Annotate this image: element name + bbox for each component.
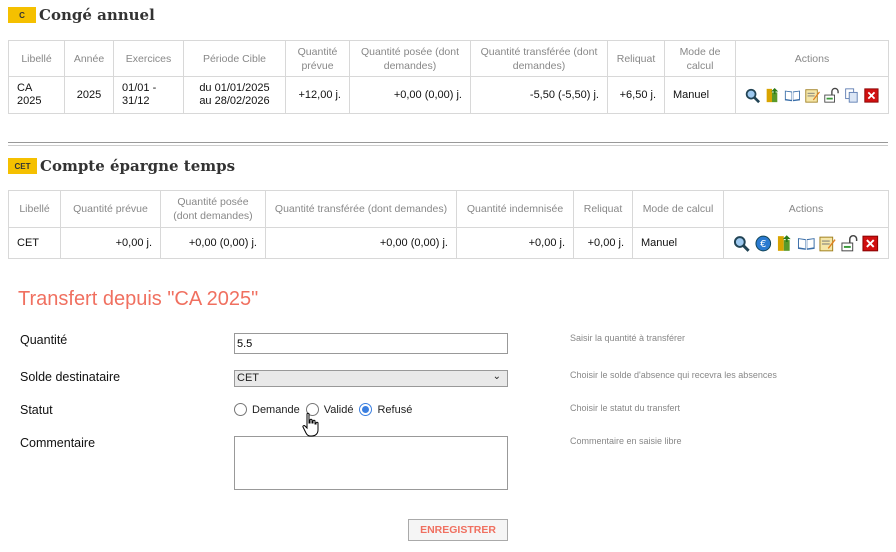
delete-icon[interactable] [863, 86, 880, 105]
cell-mode: Manuel [632, 227, 724, 259]
cell-prevue: +0,00 j. [60, 227, 161, 259]
statut-label: Statut [20, 403, 53, 417]
book-icon[interactable] [784, 86, 801, 105]
edit-note-icon[interactable] [804, 86, 821, 105]
section-header-conge: C Congé annuel [8, 6, 155, 24]
cell-periode: du 01/01/2025 au 28/02/2026 [183, 76, 286, 114]
col-header: Année [64, 40, 114, 77]
table-row: CET +0,00 j. +0,00 (0,00) j. +0,00 (0,00… [8, 227, 889, 259]
cell-transferee: -5,50 (-5,50) j. [470, 76, 608, 114]
cell-reliquat: +0,00 j. [573, 227, 633, 259]
col-header: Reliquat [573, 190, 633, 228]
radio-valide-label: Validé [323, 403, 354, 416]
cell-posee: +0,00 (0,00) j. [160, 227, 266, 259]
cell-indemnisee: +0,00 j. [456, 227, 574, 259]
cell-actions: € [723, 227, 889, 259]
cell-exercices: 01/01 - 31/12 [113, 76, 184, 114]
chevron-down-icon: ⌄ [492, 371, 501, 382]
quantite-label: Quantité [20, 333, 68, 347]
delete-icon[interactable] [861, 234, 880, 253]
solde-help: Choisir le solde d'absence qui recevra l… [570, 370, 777, 380]
cell-reliquat: +6,50 j. [607, 76, 665, 114]
copy-icon[interactable] [843, 86, 860, 105]
quantite-help: Saisir la quantité à transférer [570, 333, 686, 343]
book-icon[interactable] [797, 234, 816, 253]
section-divider [8, 142, 888, 143]
commentaire-help: Commentaire en saisie libre [570, 436, 682, 446]
section-title-cet: Compte épargne temps [40, 157, 236, 175]
col-header: Quantité posée (dont demandes) [349, 40, 471, 77]
svg-text:€: € [760, 238, 766, 249]
quantite-input[interactable] [234, 333, 508, 354]
commentaire-textarea[interactable] [234, 436, 508, 490]
table-header: Libellé Quantité prévue Quantité posée (… [8, 190, 889, 228]
radio-refuse[interactable] [359, 403, 373, 416]
section-divider [8, 145, 888, 146]
lock-open-icon[interactable] [840, 234, 859, 253]
search-icon[interactable] [744, 86, 761, 105]
save-button[interactable]: ENREGISTRER [408, 519, 508, 541]
col-header: Quantité prévue [60, 190, 161, 228]
radio-demande[interactable] [234, 403, 247, 416]
table-header: Libellé Année Exercices Période Cible Qu… [8, 40, 889, 77]
col-header: Libellé [8, 40, 65, 77]
col-header: Quantité prévue [285, 40, 350, 77]
col-header: Quantité transférée (dont demandes) [265, 190, 457, 228]
form-title: Transfert depuis "CA 2025" [18, 288, 259, 310]
section-header-cet: CET Compte épargne temps [8, 157, 235, 175]
col-header: Actions [735, 40, 889, 77]
edit-note-icon[interactable] [818, 234, 837, 253]
euro-icon[interactable]: € [754, 234, 773, 253]
col-header: Quantité transférée (dont demandes) [470, 40, 608, 77]
table-cet: Libellé Quantité prévue Quantité posée (… [8, 190, 889, 259]
col-header: Quantité indemnisée [456, 190, 574, 228]
radio-demande-label: Demande [252, 403, 300, 416]
badge-cet: CET [8, 158, 37, 174]
cell-libelle: CET [8, 227, 61, 259]
col-header: Mode de calcul [632, 190, 724, 228]
col-header: Période Cible [183, 40, 286, 77]
transfer-icon[interactable] [775, 234, 794, 253]
cell-libelle: CA 2025 [8, 76, 65, 114]
cell-prevue: +12,00 j. [285, 76, 350, 114]
col-header: Actions [723, 190, 889, 228]
solde-selected-value: CET [237, 372, 259, 384]
statut-radio-group: Demande Validé Refusé [234, 403, 412, 416]
radio-refuse-label: Refusé [377, 403, 413, 416]
badge-conge: C [8, 7, 36, 23]
table-row: CA 2025 2025 01/01 - 31/12 du 01/01/2025… [8, 76, 889, 114]
cell-posee: +0,00 (0,00) j. [349, 76, 471, 114]
statut-help: Choisir le statut du transfert [570, 403, 681, 413]
search-icon[interactable] [732, 234, 751, 253]
col-header: Libellé [8, 190, 61, 228]
solde-select[interactable]: CET ⌄ [234, 370, 508, 387]
cell-actions [735, 76, 889, 114]
solde-label: Solde destinataire [20, 370, 121, 384]
lock-open-icon[interactable] [823, 86, 840, 105]
transfer-icon[interactable] [764, 86, 781, 105]
cell-transferee: +0,00 (0,00) j. [265, 227, 457, 259]
cell-mode: Manuel [664, 76, 736, 114]
col-header: Exercices [113, 40, 184, 77]
commentaire-label: Commentaire [20, 436, 96, 450]
col-header: Reliquat [607, 40, 665, 77]
col-header: Quantité posée (dont demandes) [160, 190, 266, 228]
cell-annee: 2025 [64, 76, 114, 114]
hand-cursor-icon [302, 412, 319, 437]
section-title-conge: Congé annuel [39, 6, 155, 24]
table-conge: Libellé Année Exercices Période Cible Qu… [8, 40, 889, 114]
col-header: Mode de calcul [664, 40, 736, 77]
